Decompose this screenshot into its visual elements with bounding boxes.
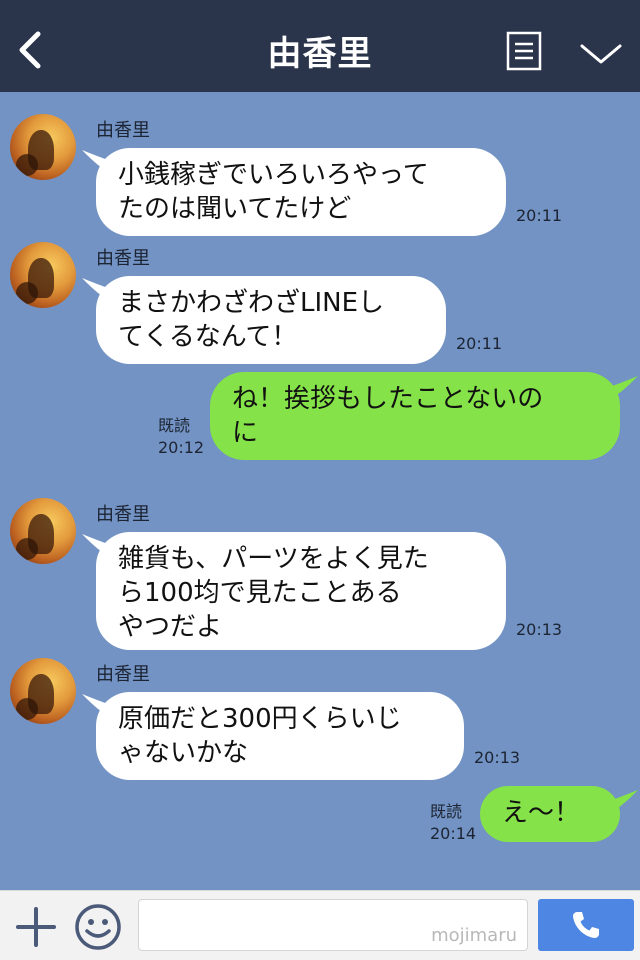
document-menu-icon[interactable] <box>506 31 542 71</box>
sender-name: 由香里 <box>96 248 150 269</box>
watermark: mojimaru <box>431 925 517 946</box>
read-receipt: 既読 <box>430 802 463 821</box>
avatar[interactable] <box>10 242 76 308</box>
bubble-tail <box>612 376 638 398</box>
message-input[interactable]: mojimaru <box>138 899 528 951</box>
chat-header: 由香里 <box>0 0 640 92</box>
bubble-tail <box>612 790 638 812</box>
sender-name: 由香里 <box>96 664 150 685</box>
plus-icon[interactable] <box>14 905 58 949</box>
message-time: 20:12 <box>158 438 205 457</box>
chevron-down-icon[interactable] <box>578 40 624 68</box>
smile-icon[interactable] <box>74 903 122 951</box>
message-bubble[interactable]: え〜！ <box>480 786 620 842</box>
call-button[interactable] <box>538 899 634 951</box>
sender-name: 由香里 <box>96 504 150 525</box>
message-time: 20:14 <box>430 824 477 843</box>
message-bubble[interactable]: ね！挨拶もしたことないの に <box>210 372 620 460</box>
message-time: 20:13 <box>474 748 521 767</box>
avatar[interactable] <box>10 498 76 564</box>
read-receipt: 既読 <box>158 416 191 435</box>
message-bubble[interactable]: 雑貨も、パーツをよく見た ら100均で見たことある やつだよ <box>96 532 506 650</box>
message-bubble[interactable]: 小銭稼ぎでいろいろやって たのは聞いてたけど <box>96 148 506 236</box>
phone-icon <box>573 912 599 938</box>
message-list[interactable]: 由香里 小銭稼ぎでいろいろやって たのは聞いてたけど 20:11 由香里 まさか… <box>0 92 640 890</box>
message-time: 20:11 <box>456 334 503 353</box>
message-bubble[interactable]: 原価だと300円くらいじ ゃないかな <box>96 692 464 780</box>
sender-name: 由香里 <box>96 120 150 141</box>
message-time: 20:13 <box>516 620 563 639</box>
avatar[interactable] <box>10 114 76 180</box>
avatar[interactable] <box>10 658 76 724</box>
message-bubble[interactable]: まさかわざわざLINEし てくるなんて！ <box>96 276 446 364</box>
message-input-bar: mojimaru <box>0 890 640 960</box>
message-time: 20:11 <box>516 206 563 225</box>
chat-title: 由香里 <box>267 34 373 74</box>
